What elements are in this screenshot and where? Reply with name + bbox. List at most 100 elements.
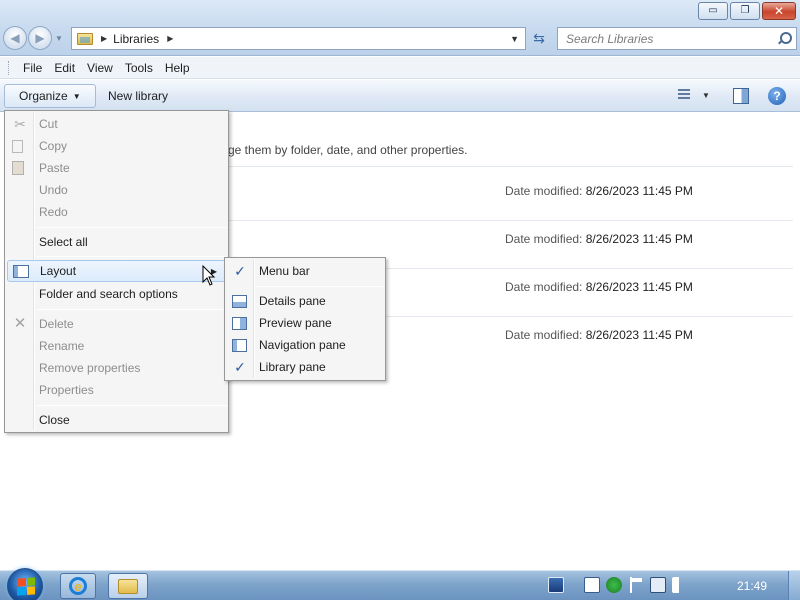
- date-modified-label: Date modified:: [505, 328, 583, 342]
- menu-item-rename[interactable]: Rename: [7, 335, 226, 357]
- screen-icon[interactable]: [548, 577, 564, 593]
- taskbar-clock[interactable]: 21:49: [737, 579, 767, 593]
- menu-item-properties[interactable]: Properties: [7, 379, 226, 401]
- volume-muted-icon[interactable]: [672, 577, 688, 593]
- menu-item-close[interactable]: Close: [7, 409, 226, 431]
- submenu-item-menu-bar[interactable]: ✓ Menu bar: [227, 260, 383, 282]
- internet-explorer-icon: e: [69, 577, 87, 595]
- submenu-item-library-pane[interactable]: ✓ Library pane: [227, 356, 383, 378]
- library-row-date[interactable]: Date modified: 8/26/2023 11:45 PM: [505, 184, 693, 198]
- breadcrumb-arrow-icon[interactable]: ▶: [167, 34, 173, 43]
- menu-divider: [37, 309, 227, 310]
- date-modified-value: 8/26/2023 11:45 PM: [585, 184, 693, 198]
- menu-item-label: Folder and search options: [39, 287, 178, 301]
- organize-button[interactable]: Organize ▼: [4, 84, 96, 108]
- libraries-folder-icon: [77, 32, 93, 45]
- checkmark-icon: ✓: [234, 263, 246, 279]
- clipboard-icon: [12, 161, 24, 175]
- menu-item-select-all[interactable]: Select all: [7, 231, 226, 253]
- date-modified-label: Date modified:: [505, 280, 583, 294]
- submenu-item-details-pane[interactable]: Details pane: [227, 290, 383, 312]
- date-modified-value: 8/26/2023 11:45 PM: [585, 328, 693, 342]
- action-center-flag-icon[interactable]: [628, 577, 644, 593]
- address-bar[interactable]: ▶ Libraries ▶ ▼: [71, 27, 526, 50]
- taskbar-windows-explorer[interactable]: [108, 573, 148, 599]
- date-modified-label: Date modified:: [505, 232, 583, 246]
- start-button[interactable]: [7, 568, 43, 600]
- minimize-icon: ▭: [708, 5, 718, 16]
- menu-divider: [37, 405, 227, 406]
- menu-divider: [257, 286, 383, 287]
- minimize-button[interactable]: ▭: [698, 2, 728, 20]
- back-button[interactable]: ◀: [3, 26, 27, 50]
- menubar-grip: [8, 60, 11, 75]
- menu-item-copy[interactable]: Copy: [7, 135, 226, 157]
- address-dropdown-icon[interactable]: ▼: [510, 34, 519, 44]
- show-desktop-button[interactable]: [788, 571, 800, 600]
- change-view-button[interactable]: ▼: [676, 87, 710, 103]
- date-modified-label: Date modified:: [505, 184, 583, 198]
- breadcrumb-libraries[interactable]: Libraries: [113, 32, 159, 46]
- document-icon[interactable]: [584, 577, 600, 593]
- menu-item-undo[interactable]: Undo: [7, 179, 226, 201]
- library-row-date[interactable]: Date modified: 8/26/2023 11:45 PM: [505, 280, 693, 294]
- menu-item-label: Navigation pane: [259, 338, 346, 352]
- menu-item-label: Undo: [39, 183, 68, 197]
- menu-item-label: Menu bar: [259, 264, 310, 278]
- explorer-folder-icon: [118, 578, 138, 594]
- menu-item-cut[interactable]: ✂ Cut: [7, 113, 226, 135]
- details-pane-icon: [232, 294, 247, 308]
- library-row-date[interactable]: Date modified: 8/26/2023 11:45 PM: [505, 328, 693, 342]
- delete-x-icon: ✕: [13, 315, 27, 332]
- menu-item-label: Library pane: [259, 360, 326, 374]
- menu-item-layout[interactable]: Layout ▶: [7, 260, 226, 282]
- caption-buttons: ▭ ❐ ✕: [698, 2, 796, 20]
- organize-label: Organize: [19, 89, 68, 103]
- submenu-item-preview-pane[interactable]: Preview pane: [227, 312, 383, 334]
- help-icon[interactable]: ?: [768, 87, 786, 105]
- forward-button[interactable]: ▶: [28, 26, 52, 50]
- menu-item-label: Remove properties: [39, 361, 141, 375]
- refresh-button[interactable]: ⇆: [528, 27, 550, 50]
- menu-item-label: Layout: [40, 264, 77, 278]
- mouse-cursor-icon: [202, 265, 216, 286]
- menu-edit[interactable]: Edit: [48, 61, 81, 75]
- menu-tools[interactable]: Tools: [119, 61, 159, 75]
- menu-item-redo[interactable]: Redo: [7, 201, 226, 223]
- taskbar-internet-explorer[interactable]: e: [60, 573, 96, 599]
- menu-view[interactable]: View: [81, 61, 119, 75]
- menu-help[interactable]: Help: [159, 61, 196, 75]
- system-tray: [548, 577, 688, 593]
- search-icon[interactable]: [777, 31, 792, 46]
- new-library-button[interactable]: New library: [108, 89, 168, 103]
- breadcrumb-arrow-icon[interactable]: ▶: [101, 34, 107, 43]
- security-shield-icon[interactable]: [606, 577, 622, 593]
- menu-item-label: Properties: [39, 383, 94, 397]
- back-arrow-icon: ◀: [10, 31, 20, 45]
- forward-arrow-icon: ▶: [35, 31, 45, 45]
- maximize-button[interactable]: ❐: [730, 2, 760, 20]
- network-icon[interactable]: [650, 577, 666, 593]
- organize-menu: ✂ Cut Copy Paste Undo Redo Select all La…: [4, 110, 229, 433]
- search-box[interactable]: [557, 27, 797, 50]
- close-button[interactable]: ✕: [762, 2, 796, 20]
- menu-item-paste[interactable]: Paste: [7, 157, 226, 179]
- preview-pane-toggle-icon[interactable]: [733, 88, 749, 104]
- search-input[interactable]: [566, 31, 771, 46]
- view-details-icon[interactable]: [676, 87, 692, 103]
- menu-item-folder-options[interactable]: Folder and search options: [7, 283, 226, 305]
- menu-item-delete[interactable]: ✕ Delete: [7, 313, 226, 335]
- submenu-item-navigation-pane[interactable]: Navigation pane: [227, 334, 383, 356]
- maximize-icon: ❐: [740, 5, 750, 16]
- library-row-date[interactable]: Date modified: 8/26/2023 11:45 PM: [505, 232, 693, 246]
- preview-pane-icon: [232, 316, 247, 330]
- chevron-down-icon[interactable]: ▼: [702, 91, 710, 100]
- menu-item-remove-properties[interactable]: Remove properties: [7, 357, 226, 379]
- recent-pages-dropdown[interactable]: ▼: [55, 34, 63, 43]
- refresh-icon: ⇆: [533, 30, 545, 46]
- menu-file[interactable]: File: [17, 61, 48, 75]
- menu-item-label: Details pane: [259, 294, 326, 308]
- navigation-pane-icon: [232, 338, 247, 352]
- menu-item-label: Close: [39, 413, 70, 427]
- checkmark-icon: ✓: [234, 359, 246, 375]
